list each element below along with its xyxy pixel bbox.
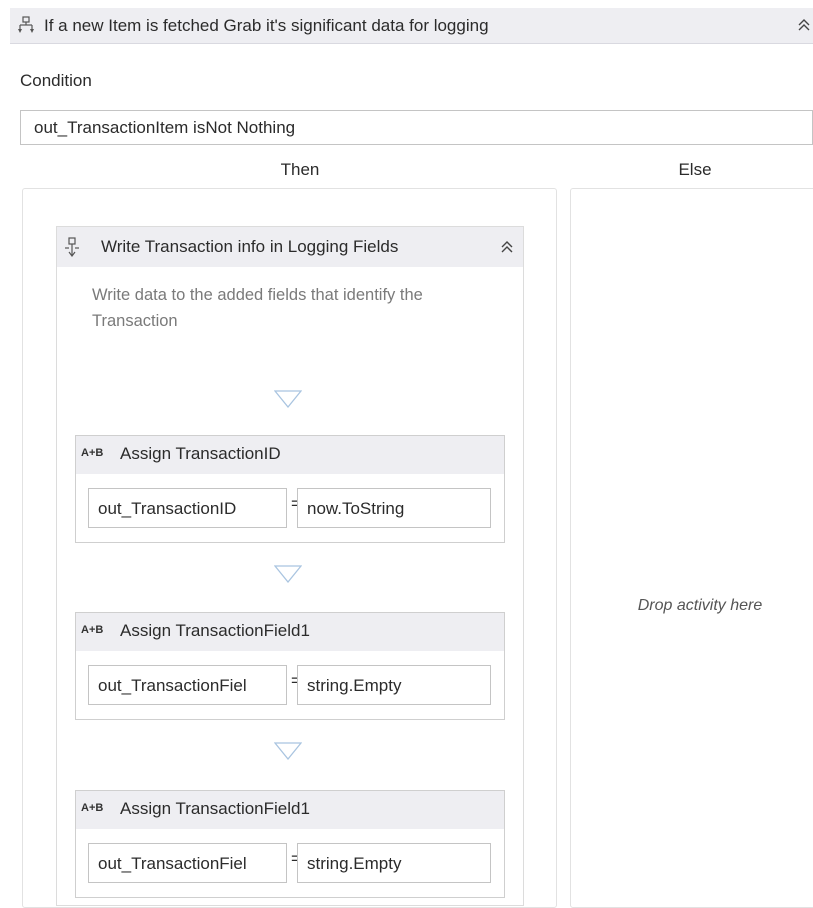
assign-value-field[interactable]: string.Empty — [297, 843, 491, 883]
sequence-icon — [62, 237, 82, 257]
assign-header[interactable]: A+B Assign TransactionField1 — [76, 791, 504, 829]
assign-activity[interactable]: A+B Assign TransactionID out_Transaction… — [75, 435, 505, 543]
if-branch-icon — [16, 16, 36, 36]
collapse-icon[interactable] — [499, 239, 515, 255]
collapse-icon[interactable] — [796, 17, 812, 33]
assign-title: Assign TransactionField1 — [120, 621, 310, 640]
assign-to-value: out_TransactionFiel — [98, 676, 247, 695]
assign-title: Assign TransactionField1 — [120, 799, 310, 818]
sequence-annotation: Write data to the added fields that iden… — [92, 286, 423, 330]
assign-value-field[interactable]: string.Empty — [297, 665, 491, 705]
sequence-title: Write Transaction info in Logging Fields — [101, 237, 399, 256]
assign-value-text: string.Empty — [307, 676, 402, 695]
assign-header[interactable]: A+B Assign TransactionID — [76, 436, 504, 474]
assign-to-field[interactable]: out_TransactionFiel — [88, 843, 287, 883]
assign-to-field[interactable]: out_TransactionID — [88, 488, 287, 528]
if-activity-title: If a new Item is fetched Grab it's signi… — [44, 16, 489, 35]
condition-input[interactable]: out_TransactionItem isNot Nothing — [20, 110, 813, 145]
assign-value-field[interactable]: now.ToString — [297, 488, 491, 528]
drop-activity-placeholder: Drop activity here — [637, 597, 763, 614]
assign-to-value: out_TransactionFiel — [98, 854, 247, 873]
assign-icon: A+B — [81, 802, 104, 814]
else-label: Else — [678, 160, 712, 179]
sequence-activity[interactable]: Write Transaction info in Logging Fields… — [56, 226, 524, 906]
assign-value-text: string.Empty — [307, 854, 402, 873]
sequence-header[interactable]: Write Transaction info in Logging Fields — [57, 227, 523, 267]
condition-value: out_TransactionItem isNot Nothing — [34, 118, 296, 137]
drop-arrow-icon[interactable] — [273, 565, 303, 584]
condition-label: Condition — [20, 71, 92, 90]
assign-activity[interactable]: A+B Assign TransactionField1 out_Transac… — [75, 612, 505, 720]
assign-value-text: now.ToString — [307, 499, 405, 518]
if-activity-header[interactable]: If a new Item is fetched Grab it's signi… — [10, 8, 813, 44]
assign-icon: A+B — [81, 624, 104, 636]
assign-activity[interactable]: A+B Assign TransactionField1 out_Transac… — [75, 790, 505, 898]
else-branch-panel[interactable] — [570, 188, 813, 908]
assign-header[interactable]: A+B Assign TransactionField1 — [76, 613, 504, 651]
assign-title: Assign TransactionID — [120, 444, 281, 463]
assign-to-field[interactable]: out_TransactionFiel — [88, 665, 287, 705]
drop-arrow-icon[interactable] — [273, 390, 303, 409]
then-label: Then — [280, 160, 320, 179]
drop-arrow-icon[interactable] — [273, 742, 303, 761]
assign-icon: A+B — [81, 447, 104, 459]
assign-to-value: out_TransactionID — [98, 499, 237, 518]
